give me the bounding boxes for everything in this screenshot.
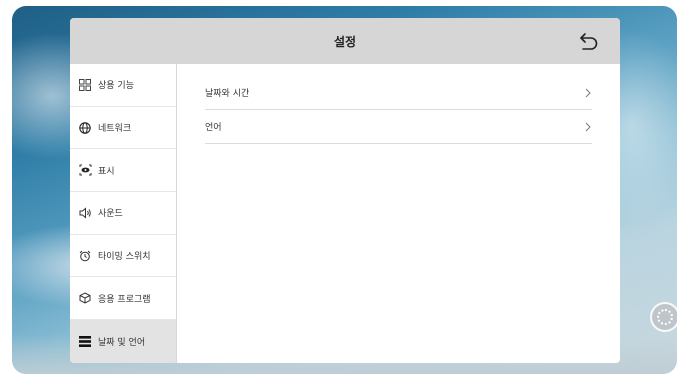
sidebar-item-label: 상용 기능	[98, 81, 134, 92]
setting-row-label: 언어	[205, 123, 222, 133]
sidebar-item-label: 날짜 및 언어	[98, 337, 146, 348]
sidebar-item-network[interactable]: 네트워크	[70, 107, 176, 150]
sidebar-item-label: 사운드	[98, 209, 123, 220]
title-bar: 설정	[70, 18, 620, 64]
sidebar-item-display[interactable]: 표시	[70, 149, 176, 193]
chevron-right-icon	[585, 122, 591, 131]
chevron-right-icon	[585, 88, 591, 97]
list-icon	[78, 334, 92, 348]
sidebar-item-label: 네트워크	[98, 124, 132, 135]
back-icon[interactable]	[578, 30, 600, 52]
sidebar-item-applications[interactable]: 응용 프로그램	[70, 277, 176, 321]
speaker-icon	[78, 206, 92, 220]
sidebar-item-label: 타이밍 스위치	[98, 252, 151, 263]
sidebar-item-sound[interactable]: 사운드	[70, 192, 176, 235]
sidebar-item-timing-switch[interactable]: 타이밍 스위치	[70, 235, 176, 278]
sidebar-item-label: 표시	[98, 166, 115, 177]
alarm-clock-icon	[78, 249, 92, 263]
sidebar: 상용 기능 네트워크 표시 사운드 타이밍 스위치 응용 프로그램 날짜 및 언…	[70, 64, 177, 363]
assistive-touch-icon	[657, 309, 673, 325]
settings-window: 설정 상용 기능 네트워크 표시 사운드 타이밍 스위치 응용 프로그램 날짜 …	[70, 18, 620, 363]
sidebar-item-date-language[interactable]: 날짜 및 언어	[70, 320, 176, 363]
page-title: 설정	[333, 34, 357, 49]
settings-content: 날짜와 시간 언어	[177, 64, 620, 363]
sidebar-item-common-functions[interactable]: 상용 기능	[70, 64, 176, 107]
display-eye-icon	[78, 163, 92, 177]
setting-row-label: 날짜와 시간	[205, 89, 250, 99]
grid-icon	[78, 78, 92, 92]
assistive-touch-button[interactable]	[650, 302, 677, 332]
cube-icon	[78, 291, 92, 305]
setting-row-date-time[interactable]: 날짜와 시간	[205, 76, 592, 110]
setting-row-language[interactable]: 언어	[205, 110, 592, 144]
sidebar-item-label: 응용 프로그램	[98, 294, 151, 305]
globe-icon	[78, 121, 92, 135]
